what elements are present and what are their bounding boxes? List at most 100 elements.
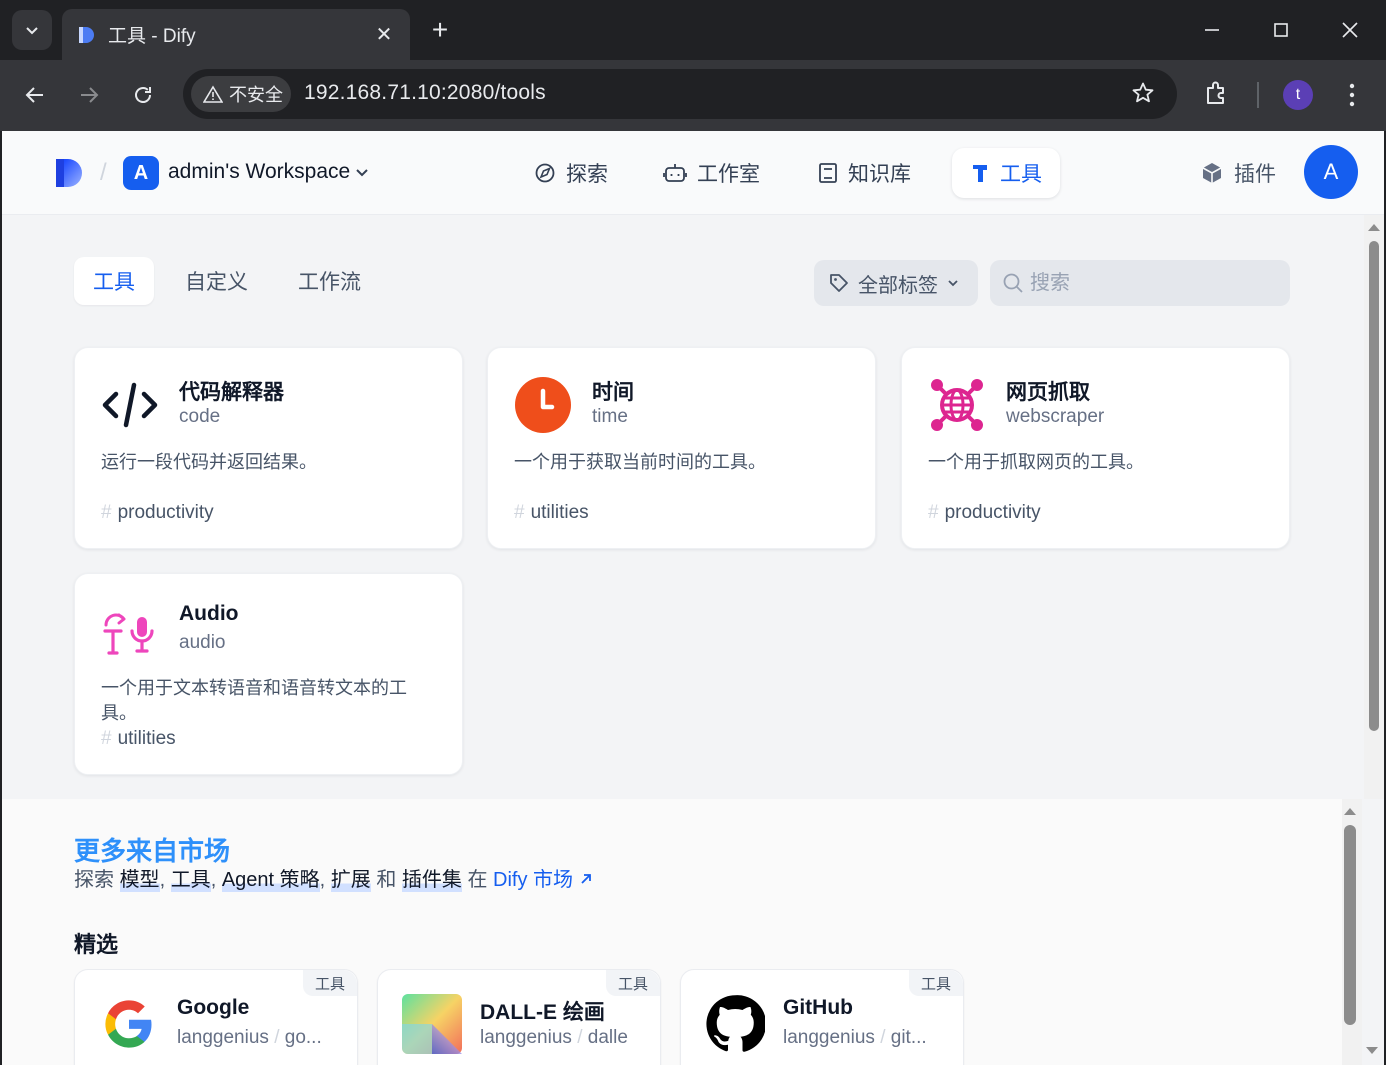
nav-tools-label: 工具 bbox=[1000, 163, 1042, 186]
search-input[interactable] bbox=[1030, 271, 1280, 295]
tools-link[interactable]: 工具 bbox=[170, 863, 211, 892]
plugin-name: go... bbox=[284, 1027, 322, 1048]
category-badge: 工具 bbox=[302, 970, 357, 996]
tab-builtin[interactable]: 工具 bbox=[74, 257, 154, 305]
models-link[interactable]: 模型 bbox=[119, 863, 160, 892]
market-card-github[interactable]: 工具 GitHub langgenius / git... bbox=[680, 969, 964, 1065]
nav-tools[interactable]: 工具 bbox=[952, 148, 1060, 198]
tool-title: 时间 bbox=[592, 381, 634, 404]
chevron-down-icon bbox=[26, 27, 38, 35]
tab-workflow[interactable]: 工作流 bbox=[279, 257, 380, 305]
arrow-left-icon bbox=[25, 87, 43, 103]
tool-tag-label: utilities bbox=[530, 502, 589, 523]
tool-tag: # utilities bbox=[101, 728, 176, 749]
dify-marketplace-link[interactable]: Dify 市场 bbox=[493, 863, 593, 892]
tab-search-button[interactable] bbox=[12, 10, 52, 50]
toolbar-separator bbox=[1257, 82, 1259, 108]
marketplace-scrollbar[interactable] bbox=[1342, 799, 1378, 1065]
tag-filter-dropdown[interactable]: 全部标签 bbox=[814, 260, 978, 306]
back-button[interactable] bbox=[18, 78, 52, 112]
address-bar[interactable]: 不安全 192.168.71.10:2080/tools bbox=[183, 69, 1177, 119]
extensions-link[interactable]: 扩展 bbox=[330, 863, 371, 892]
tool-description: 一个用于获取当前时间的工具。 bbox=[514, 452, 766, 472]
new-tab-button[interactable]: + bbox=[424, 14, 456, 46]
tool-subtitle: webscraper bbox=[1006, 406, 1105, 427]
market-card-dalle[interactable]: 工具 DALL-E 绘画 langgenius / dalle bbox=[377, 969, 661, 1065]
nav-explore[interactable]: 探索 bbox=[516, 148, 626, 198]
tag-icon bbox=[830, 274, 848, 292]
tool-subtitle: code bbox=[179, 406, 221, 427]
tool-card-time[interactable]: 时间 time 一个用于获取当前时间的工具。 # utilities bbox=[487, 347, 876, 549]
workspace-badge[interactable]: A bbox=[123, 156, 159, 190]
user-avatar[interactable]: A bbox=[1304, 145, 1358, 199]
sub-and: 和 bbox=[376, 869, 397, 891]
nav-studio[interactable]: 工作室 bbox=[645, 148, 778, 198]
scroll-up-icon bbox=[1368, 224, 1380, 231]
marketplace-subtitle: 探索 模型, 工具, Agent 策略, 扩展 和 插件集 在 Dify 市场 bbox=[74, 863, 593, 892]
scrollbar-thumb[interactable] bbox=[1344, 825, 1356, 1025]
nav-studio-label: 工作室 bbox=[697, 163, 760, 186]
plugins-button[interactable]: 插件 bbox=[1200, 158, 1276, 188]
tools-scrollbar[interactable] bbox=[1364, 215, 1384, 799]
forward-button[interactable] bbox=[72, 78, 106, 112]
agent-strategy-link[interactable]: Agent 策略 bbox=[221, 863, 320, 892]
tab-custom[interactable]: 自定义 bbox=[166, 257, 267, 305]
plugin-title: GitHub bbox=[783, 996, 853, 1019]
tool-card-code[interactable]: 代码解释器 code 运行一段代码并返回结果。 # productivity bbox=[74, 347, 463, 549]
tool-tag: # productivity bbox=[928, 502, 1041, 523]
reload-button[interactable] bbox=[126, 78, 160, 112]
tool-description: 一个用于文本转语音和语音转文本的工具。 bbox=[101, 678, 407, 723]
tag-filter-label: 全部标签 bbox=[858, 274, 938, 297]
tool-card-webscraper[interactable]: 网页抓取 webscraper 一个用于抓取网页的工具。 # productivi… bbox=[901, 347, 1290, 549]
scrollbar-thumb[interactable] bbox=[1369, 241, 1379, 731]
org-name: langgenius bbox=[783, 1027, 875, 1048]
tool-card-audio[interactable]: Audio audio 一个用于文本转语音和语音转文本的工具。 # utiliti… bbox=[74, 573, 463, 775]
search-box[interactable] bbox=[990, 260, 1290, 306]
scroll-up-icon bbox=[1344, 808, 1356, 815]
dify-logo[interactable] bbox=[54, 157, 86, 194]
workspace-name: admin's Workspace bbox=[168, 160, 351, 183]
security-chip[interactable]: 不安全 bbox=[191, 76, 291, 112]
url-text[interactable]: 192.168.71.10:2080/tools bbox=[304, 81, 546, 105]
org-name: langgenius bbox=[480, 1027, 572, 1048]
nav-knowledge[interactable]: 知识库 bbox=[800, 148, 929, 198]
plugin-org: langgenius / dalle bbox=[480, 1027, 628, 1048]
tool-title: 代码解释器 bbox=[179, 381, 284, 404]
chevron-down-icon bbox=[356, 169, 368, 177]
plugin-title: DALL-E 绘画 bbox=[480, 1001, 605, 1024]
more-vertical-icon bbox=[1349, 83, 1355, 107]
tools-icon bbox=[973, 165, 987, 182]
book-icon bbox=[819, 163, 837, 183]
bundles-link[interactable]: 插件集 bbox=[401, 863, 462, 892]
puzzle-icon bbox=[1207, 81, 1224, 104]
nav-knowledge-label: 知识库 bbox=[848, 163, 911, 186]
plugin-name: git... bbox=[890, 1027, 927, 1048]
tab-title: 工具 - Dify bbox=[108, 26, 196, 47]
market-card-google[interactable]: 工具 Google langgenius / go... bbox=[74, 969, 358, 1065]
tool-tag-label: utilities bbox=[117, 728, 176, 749]
tab-close-icon[interactable]: ✕ bbox=[372, 22, 396, 47]
minimize-icon bbox=[1205, 29, 1219, 31]
plugins-label: 插件 bbox=[1234, 163, 1276, 186]
app-header: / A admin's Workspace 探索 工作室 知识库 工具 插件 A bbox=[2, 131, 1384, 215]
tool-tag-label: productivity bbox=[944, 502, 1041, 523]
nav-explore-label: 探索 bbox=[566, 163, 608, 186]
chevron-down-icon bbox=[948, 280, 958, 287]
tool-type-tabs: 工具 自定义 工作流 bbox=[74, 257, 392, 305]
profile-avatar[interactable]: t bbox=[1283, 80, 1313, 110]
maximize-button[interactable] bbox=[1265, 14, 1297, 46]
marketplace-link-label: Dify 市场 bbox=[493, 869, 574, 891]
workspace-switcher[interactable]: admin's Workspace bbox=[168, 160, 370, 184]
minimize-button[interactable] bbox=[1196, 14, 1228, 46]
browser-tab[interactable]: 工具 - Dify ✕ bbox=[62, 9, 410, 60]
dify-logo-icon bbox=[56, 159, 82, 187]
tool-tag-label: productivity bbox=[117, 502, 214, 523]
tool-title: Audio bbox=[179, 602, 239, 625]
close-window-button[interactable] bbox=[1334, 14, 1366, 46]
browser-menu-button[interactable] bbox=[1340, 80, 1364, 115]
extensions-button[interactable] bbox=[1203, 79, 1231, 112]
arrow-right-icon bbox=[81, 87, 99, 103]
compass-icon bbox=[535, 163, 555, 183]
bookmark-button[interactable] bbox=[1131, 81, 1155, 110]
robot-icon bbox=[663, 164, 687, 182]
